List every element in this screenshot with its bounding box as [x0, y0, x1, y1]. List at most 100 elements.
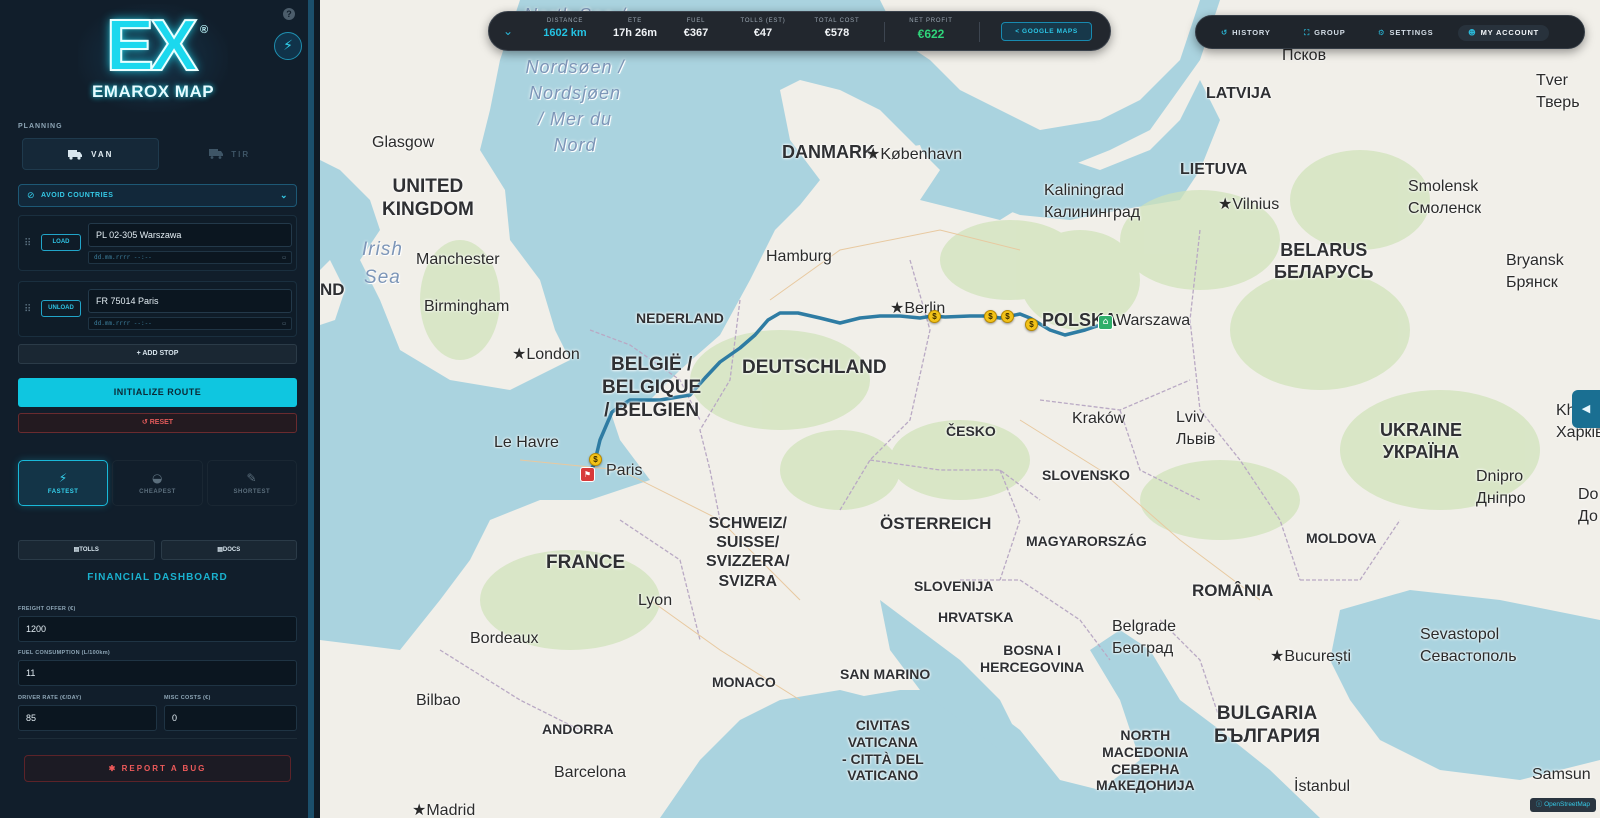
block-icon: ⊘	[27, 190, 36, 201]
city-label-bucuresti: ★București	[1270, 648, 1352, 665]
unload-datetime-placeholder: dd.mm.rrrr --:--	[94, 320, 152, 327]
magic-wand-button[interactable]: ⚡	[274, 32, 302, 60]
stop-tag-load[interactable]: LOAD	[41, 234, 81, 251]
nav-my-account[interactable]: ☻ MY ACCOUNT	[1458, 25, 1550, 41]
country-label-netherlands: NEDERLAND	[636, 310, 724, 326]
top-nav: ↺ HISTORY ⛶ GROUP ⚙ SETTINGS ☻ MY ACCOUNT	[1195, 15, 1585, 49]
stat-fuel-value: €367	[683, 27, 709, 39]
logo-letters: EX	[105, 6, 199, 86]
misc-costs-input[interactable]: 0	[164, 705, 297, 731]
stat-ete-label: ETE	[627, 18, 643, 24]
stat-ete-value: 17h 26m	[612, 27, 658, 39]
city-label-manchester: Manchester	[416, 251, 500, 268]
country-label-ukraine: UKRAINE УКРАЇНА	[1380, 420, 1463, 462]
city-label-bryansk: Bryansk Брянск	[1506, 252, 1564, 292]
docs-label: DOCS	[222, 547, 241, 553]
city-label-lviv: Lviv Львів	[1176, 409, 1216, 448]
city-label-vilnius: ★Vilnius	[1218, 196, 1280, 213]
load-address-input[interactable]: PL 02-305 Warszawa	[88, 223, 292, 247]
unload-datetime-input[interactable]: dd.mm.rrrr --:-- ▭	[88, 317, 292, 330]
divider	[884, 22, 885, 42]
sidebar: EX ® EMAROX MAP ? ⚡ PLANNING VAN TIR ⊘ A…	[0, 0, 314, 818]
vehicle-mode-tir[interactable]: TIR	[163, 138, 298, 170]
nav-group[interactable]: ⛶ GROUP	[1304, 25, 1346, 41]
nav-settings[interactable]: ⚙ SETTINGS	[1378, 25, 1433, 41]
vehicle-mode-van-label: VAN	[91, 149, 114, 159]
country-label-belgium: BELGIË / BELGIQUE / BELGIEN	[602, 354, 702, 421]
planning-label: PLANNING	[18, 123, 63, 130]
country-label-moldova: MOLDOVA	[1306, 530, 1377, 546]
calendar-icon[interactable]: ▭	[282, 252, 286, 263]
capital-star-icon: ★	[1218, 196, 1233, 213]
country-label-belarus: BELARUS БЕЛАРУСЬ	[1274, 240, 1374, 282]
fuel-consumption-input[interactable]: 11	[18, 660, 297, 686]
sea-label-irish-sea: Irish Sea	[362, 239, 403, 288]
logo-name: EMAROX MAP	[91, 82, 215, 101]
city-label-istanbul: İstanbul	[1294, 778, 1351, 795]
drag-handle-icon[interactable]: ⠿	[24, 304, 31, 315]
capital-star-icon: ★	[512, 346, 527, 363]
map-canvas[interactable]: UNITED KINGDOM ND NEDERLAND BELGIË / BELGI…	[320, 0, 1600, 818]
route-option-shortest[interactable]: ✎ SHORTEST	[206, 460, 297, 506]
toll-marker-icon[interactable]: $	[984, 310, 997, 323]
stat-net-profit-value: €622	[917, 27, 945, 41]
origin-home-marker-icon[interactable]: ⌂	[1098, 315, 1113, 330]
user-icon: ☻	[1468, 28, 1477, 37]
load-datetime-placeholder: dd.mm.rrrr --:--	[94, 254, 152, 261]
country-label-vatican: CIVITAS VATICANA - CITTÀ DEL VATICANO	[842, 717, 924, 784]
reset-button[interactable]: ↺ RESET	[18, 413, 297, 433]
city-label-samsun: Samsun	[1532, 766, 1591, 783]
destination-flag-marker-icon[interactable]: ⚑	[580, 467, 595, 482]
add-stop-button[interactable]: + ADD STOP	[18, 344, 297, 364]
load-datetime-input[interactable]: dd.mm.rrrr --:-- ▭	[88, 251, 292, 264]
toll-marker-icon[interactable]: $	[1001, 310, 1014, 323]
financial-dashboard-title: FINANCIAL DASHBOARD	[87, 572, 228, 583]
nav-history[interactable]: ↺ HISTORY	[1221, 25, 1271, 41]
docs-button[interactable]: ▤DOCS	[160, 540, 297, 560]
city-label-madrid: ★Madrid	[412, 802, 476, 818]
stop-tag-unload[interactable]: UNLOAD	[41, 300, 81, 317]
gear-icon: ⚙	[1378, 28, 1386, 37]
van-icon	[68, 149, 83, 160]
stat-total-cost: TOTAL COST €578	[807, 18, 867, 39]
group-icon: ⛶	[1304, 28, 1311, 37]
drag-handle-icon[interactable]: ⠿	[24, 238, 31, 249]
help-icon[interactable]: ?	[283, 8, 295, 20]
initialize-route-button[interactable]: INITIALIZE ROUTE	[18, 378, 297, 407]
logo-registered-mark: ®	[200, 24, 209, 36]
route-stats-bar: ⌄ DISTANCE 1602 km ETE 17h 26m FUEL €367…	[488, 11, 1111, 51]
chevron-down-icon[interactable]: ⌄	[503, 24, 513, 38]
avoid-countries-dropdown[interactable]: ⊘ AVOID COUNTRIES ⌄	[18, 184, 297, 207]
freight-offer-input[interactable]: 1200	[18, 616, 297, 642]
stat-fuel-label: FUEL	[686, 18, 706, 24]
stat-net-profit-label: NET PROFIT	[909, 18, 953, 24]
capital-star-icon: ★	[866, 146, 881, 163]
google-maps-button[interactable]: < GOOGLE MAPS	[1001, 22, 1092, 41]
osm-attribution[interactable]: ⓘ OpenStreetMap	[1529, 798, 1596, 812]
country-label-germany: DEUTSCHLAND	[742, 357, 887, 378]
google-maps-label: GOOGLE MAPS	[1022, 28, 1078, 35]
calendar-icon[interactable]: ▭	[282, 318, 286, 329]
vehicle-mode-tir-label: TIR	[231, 149, 251, 159]
toll-marker-icon[interactable]: $	[928, 310, 941, 323]
country-label-france: FRANCE	[546, 552, 626, 573]
capital-star-icon: ★	[1270, 648, 1285, 665]
stat-total-cost-label: TOTAL COST	[814, 18, 860, 24]
toll-marker-icon[interactable]: $	[589, 453, 602, 466]
driver-rate-input[interactable]: 85	[18, 705, 157, 731]
unload-address-input[interactable]: FR 75014 Paris	[88, 289, 292, 313]
city-label-kobenhavn: ★København	[866, 146, 963, 163]
route-option-cheapest[interactable]: ◒ CHEAPEST	[112, 460, 203, 506]
collapse-panel-arrow-icon[interactable]: ◀	[1572, 390, 1600, 428]
stat-distance-label: DISTANCE	[546, 18, 584, 24]
avoid-countries-label: AVOID COUNTRIES	[41, 192, 114, 199]
city-label-glasgow: Glasgow	[372, 134, 435, 151]
vehicle-mode-van[interactable]: VAN	[22, 138, 159, 170]
route-option-fastest[interactable]: ⚡ FASTEST	[18, 460, 109, 506]
tolls-button[interactable]: ▤TOLLS	[18, 540, 155, 560]
city-label-belgrade: Belgrade Београд	[1112, 618, 1177, 657]
report-bug-button[interactable]: ✱ REPORT A BUG	[24, 755, 291, 782]
stat-total-cost-value: €578	[824, 27, 850, 39]
toll-marker-icon[interactable]: $	[1025, 318, 1038, 331]
country-label-denmark: DANMARK	[782, 142, 875, 162]
